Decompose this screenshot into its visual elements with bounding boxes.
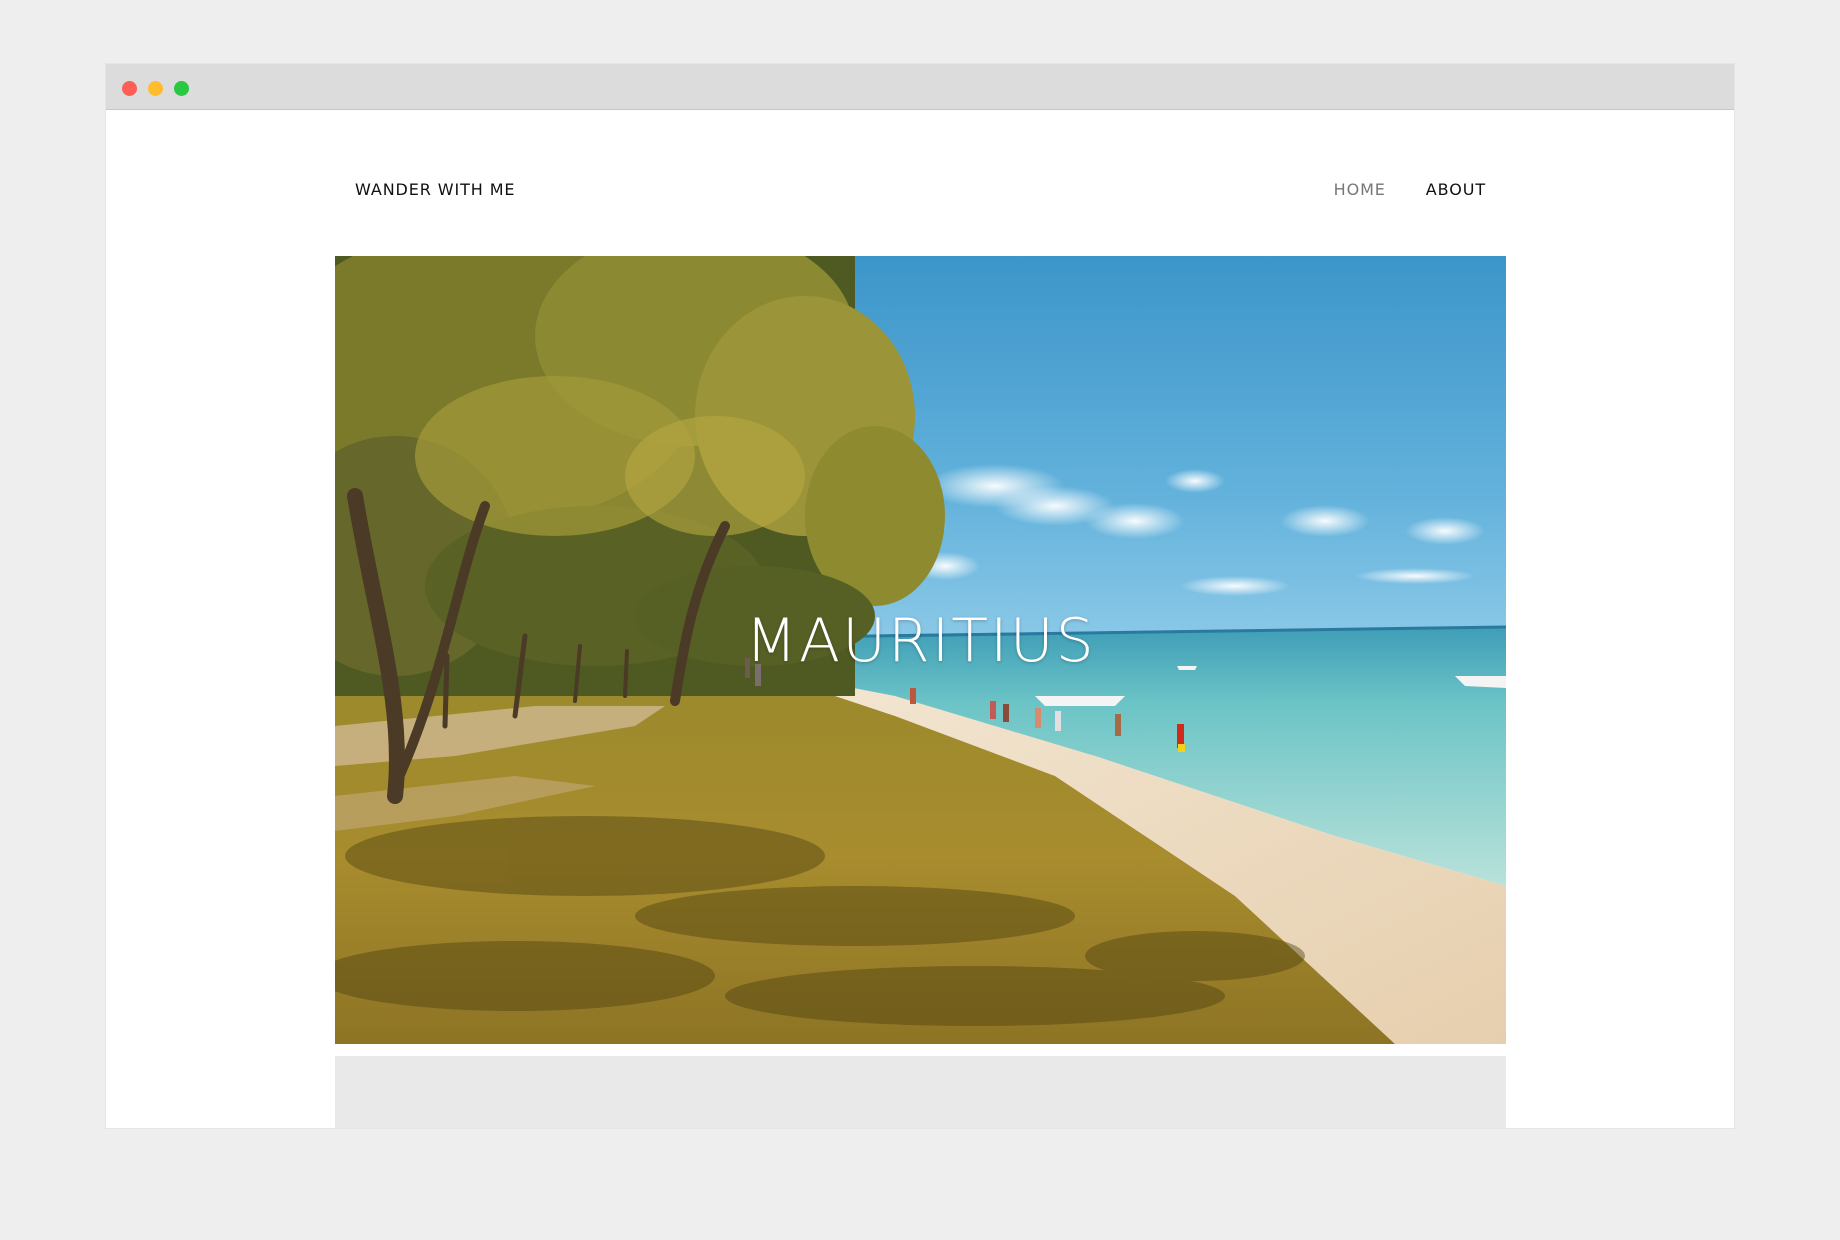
beach-photo (335, 256, 1506, 1044)
browser-titlebar (106, 64, 1734, 110)
content-placeholder (335, 1056, 1506, 1128)
maximize-dot[interactable] (174, 81, 189, 96)
close-dot[interactable] (122, 81, 137, 96)
main-nav: HOME ABOUT (1334, 180, 1486, 199)
browser-window: WANDER WITH ME HOME ABOUT MAURITIUS (106, 64, 1734, 1128)
minimize-dot[interactable] (148, 81, 163, 96)
tree-canopy (335, 256, 945, 696)
hero-image: MAURITIUS (335, 256, 1506, 1044)
site-logo[interactable]: WANDER WITH ME (355, 180, 515, 199)
website-page: WANDER WITH ME HOME ABOUT MAURITIUS (106, 110, 1734, 1128)
nav-about-link[interactable]: ABOUT (1426, 180, 1486, 199)
nav-home-link[interactable]: HOME (1334, 180, 1386, 199)
